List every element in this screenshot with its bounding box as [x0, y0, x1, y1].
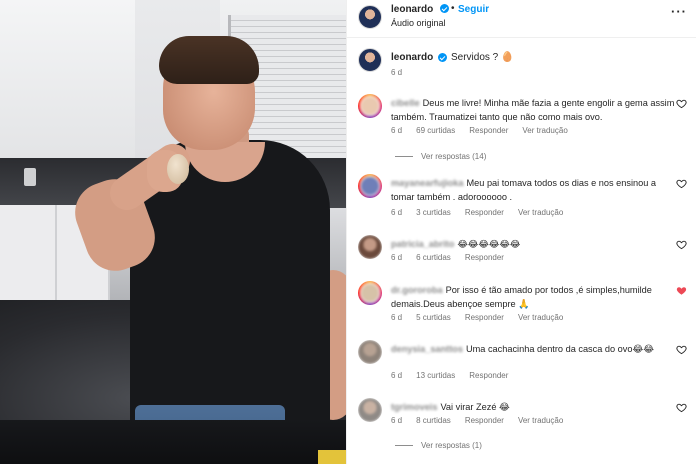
commenter-avatar[interactable]: [358, 340, 382, 364]
comment-likes[interactable]: 3 curtidas: [416, 208, 451, 217]
verified-badge-icon: [438, 53, 447, 62]
caption-text: Servidos ? 🥚: [451, 52, 514, 63]
yellow-item: [318, 450, 346, 464]
heart-icon[interactable]: [676, 98, 687, 109]
reply-button[interactable]: Responder: [465, 313, 504, 322]
heart-icon[interactable]: [676, 344, 687, 355]
reply-button[interactable]: Responder: [465, 416, 504, 425]
egg: [167, 154, 189, 184]
comment-time: 6 d: [391, 253, 403, 262]
comment-meta: 6 d 8 curtidas Responder Ver tradução: [391, 416, 563, 425]
comment-time: 6 d: [391, 371, 403, 380]
view-replies-button[interactable]: Ver respostas (1): [395, 441, 482, 450]
post-caption: leonardo Servidos ? 🥚 6 d: [347, 46, 696, 86]
caption-username[interactable]: leonardo: [391, 52, 433, 63]
heart-icon[interactable]: [676, 178, 687, 189]
view-replies-label[interactable]: Ver respostas (14): [421, 152, 486, 161]
comment-time: 6 d: [391, 208, 403, 217]
heart-filled-icon[interactable]: [676, 285, 687, 296]
post-media-video[interactable]: [0, 0, 346, 464]
comment-likes[interactable]: 5 curtidas: [416, 313, 451, 322]
heart-icon[interactable]: [676, 239, 687, 250]
commenter-avatar[interactable]: [358, 281, 382, 305]
comment-text: Uma cachacinha dentro da casca do ovo😂😂: [466, 344, 654, 354]
reply-button[interactable]: Responder: [465, 253, 504, 262]
commenter-username[interactable]: patricia_abrito: [391, 239, 454, 249]
commenter-avatar[interactable]: [358, 398, 382, 422]
translate-button[interactable]: Ver tradução: [518, 208, 563, 217]
comment-body: dr.gororoba Por isso é tão amado por todo…: [391, 283, 676, 311]
heart-icon[interactable]: [676, 402, 687, 413]
commenter-avatar[interactable]: [358, 174, 382, 198]
audio-label[interactable]: Áudio original: [391, 18, 446, 28]
view-replies-label[interactable]: Ver respostas (1): [421, 441, 482, 450]
comment-likes[interactable]: 6 curtidas: [416, 253, 451, 262]
comment-time: 6 d: [391, 126, 403, 135]
comment-meta: 6 d 6 curtidas Responder: [391, 253, 504, 262]
commenter-username[interactable]: denysia_santtos: [391, 344, 463, 354]
follow-button[interactable]: Seguir: [458, 4, 489, 15]
replies-line: [395, 156, 413, 157]
replies-line: [395, 445, 413, 446]
comment-likes[interactable]: 13 curtidas: [416, 371, 455, 380]
front-countertop: [0, 420, 346, 464]
translate-button[interactable]: Ver tradução: [522, 126, 567, 135]
comment-time: 6 d: [391, 313, 403, 322]
comment-text: Vai virar Zezé 😂: [440, 402, 510, 412]
cabinet-divider: [55, 205, 57, 305]
comment-body: mayanearfujioka Meu pai tomava todos os d…: [391, 176, 676, 204]
man-drinking-egg: [66, 30, 346, 464]
commenter-username[interactable]: dr.gororoba: [391, 285, 443, 295]
author-avatar[interactable]: [358, 5, 382, 29]
comment-time: 6 d: [391, 416, 403, 425]
person-hair: [159, 36, 259, 84]
comment-text: Deus me livre! Minha mãe fazia a gente e…: [391, 98, 675, 122]
post-header: leonardo • Seguir Áudio original ···: [347, 0, 696, 38]
wall-socket: [24, 168, 36, 186]
comment-meta: 6 d 5 curtidas Responder Ver tradução: [391, 313, 563, 322]
reply-button[interactable]: Responder: [465, 208, 504, 217]
post-panel: leonardo • Seguir Áudio original ··· leo…: [346, 0, 696, 464]
comment-body: cibelle Deus me livre! Minha mãe fazia a …: [391, 96, 676, 124]
comment-text: 😂😂😂😂😂😂: [457, 240, 521, 250]
commenter-username[interactable]: cibelle: [391, 98, 420, 108]
reply-button[interactable]: Responder: [469, 371, 508, 380]
commenter-avatar[interactable]: [358, 235, 382, 259]
comment-body: tgrimoveis Vai virar Zezé 😂: [391, 400, 676, 414]
reply-button[interactable]: Responder: [469, 126, 508, 135]
caption-avatar[interactable]: [358, 48, 382, 72]
comment-meta: 6 d 3 curtidas Responder Ver tradução: [391, 208, 563, 217]
view-replies-button[interactable]: Ver respostas (14): [395, 152, 486, 161]
commenter-avatar[interactable]: [358, 94, 382, 118]
more-options-icon[interactable]: ···: [671, 4, 687, 19]
comment-body: denysia_santtos Uma cachacinha dentro da …: [391, 342, 676, 356]
comment-likes[interactable]: 8 curtidas: [416, 416, 451, 425]
separator-dot: •: [451, 3, 455, 14]
comment-meta: 6 d 13 curtidas Responder: [391, 371, 508, 380]
comment-likes[interactable]: 69 curtidas: [416, 126, 455, 135]
commenter-username[interactable]: mayanearfujioka: [391, 178, 464, 188]
translate-button[interactable]: Ver tradução: [518, 313, 563, 322]
caption-time: 6 d: [391, 68, 403, 77]
verified-badge-icon: [440, 4, 449, 13]
author-username[interactable]: leonardo: [391, 4, 433, 15]
comment-meta: 6 d 69 curtidas Responder Ver tradução: [391, 126, 568, 135]
commenter-username[interactable]: tgrimoveis: [391, 402, 437, 412]
comment-body: patricia_abrito 😂😂😂😂😂😂: [391, 237, 676, 252]
translate-button[interactable]: Ver tradução: [518, 416, 563, 425]
